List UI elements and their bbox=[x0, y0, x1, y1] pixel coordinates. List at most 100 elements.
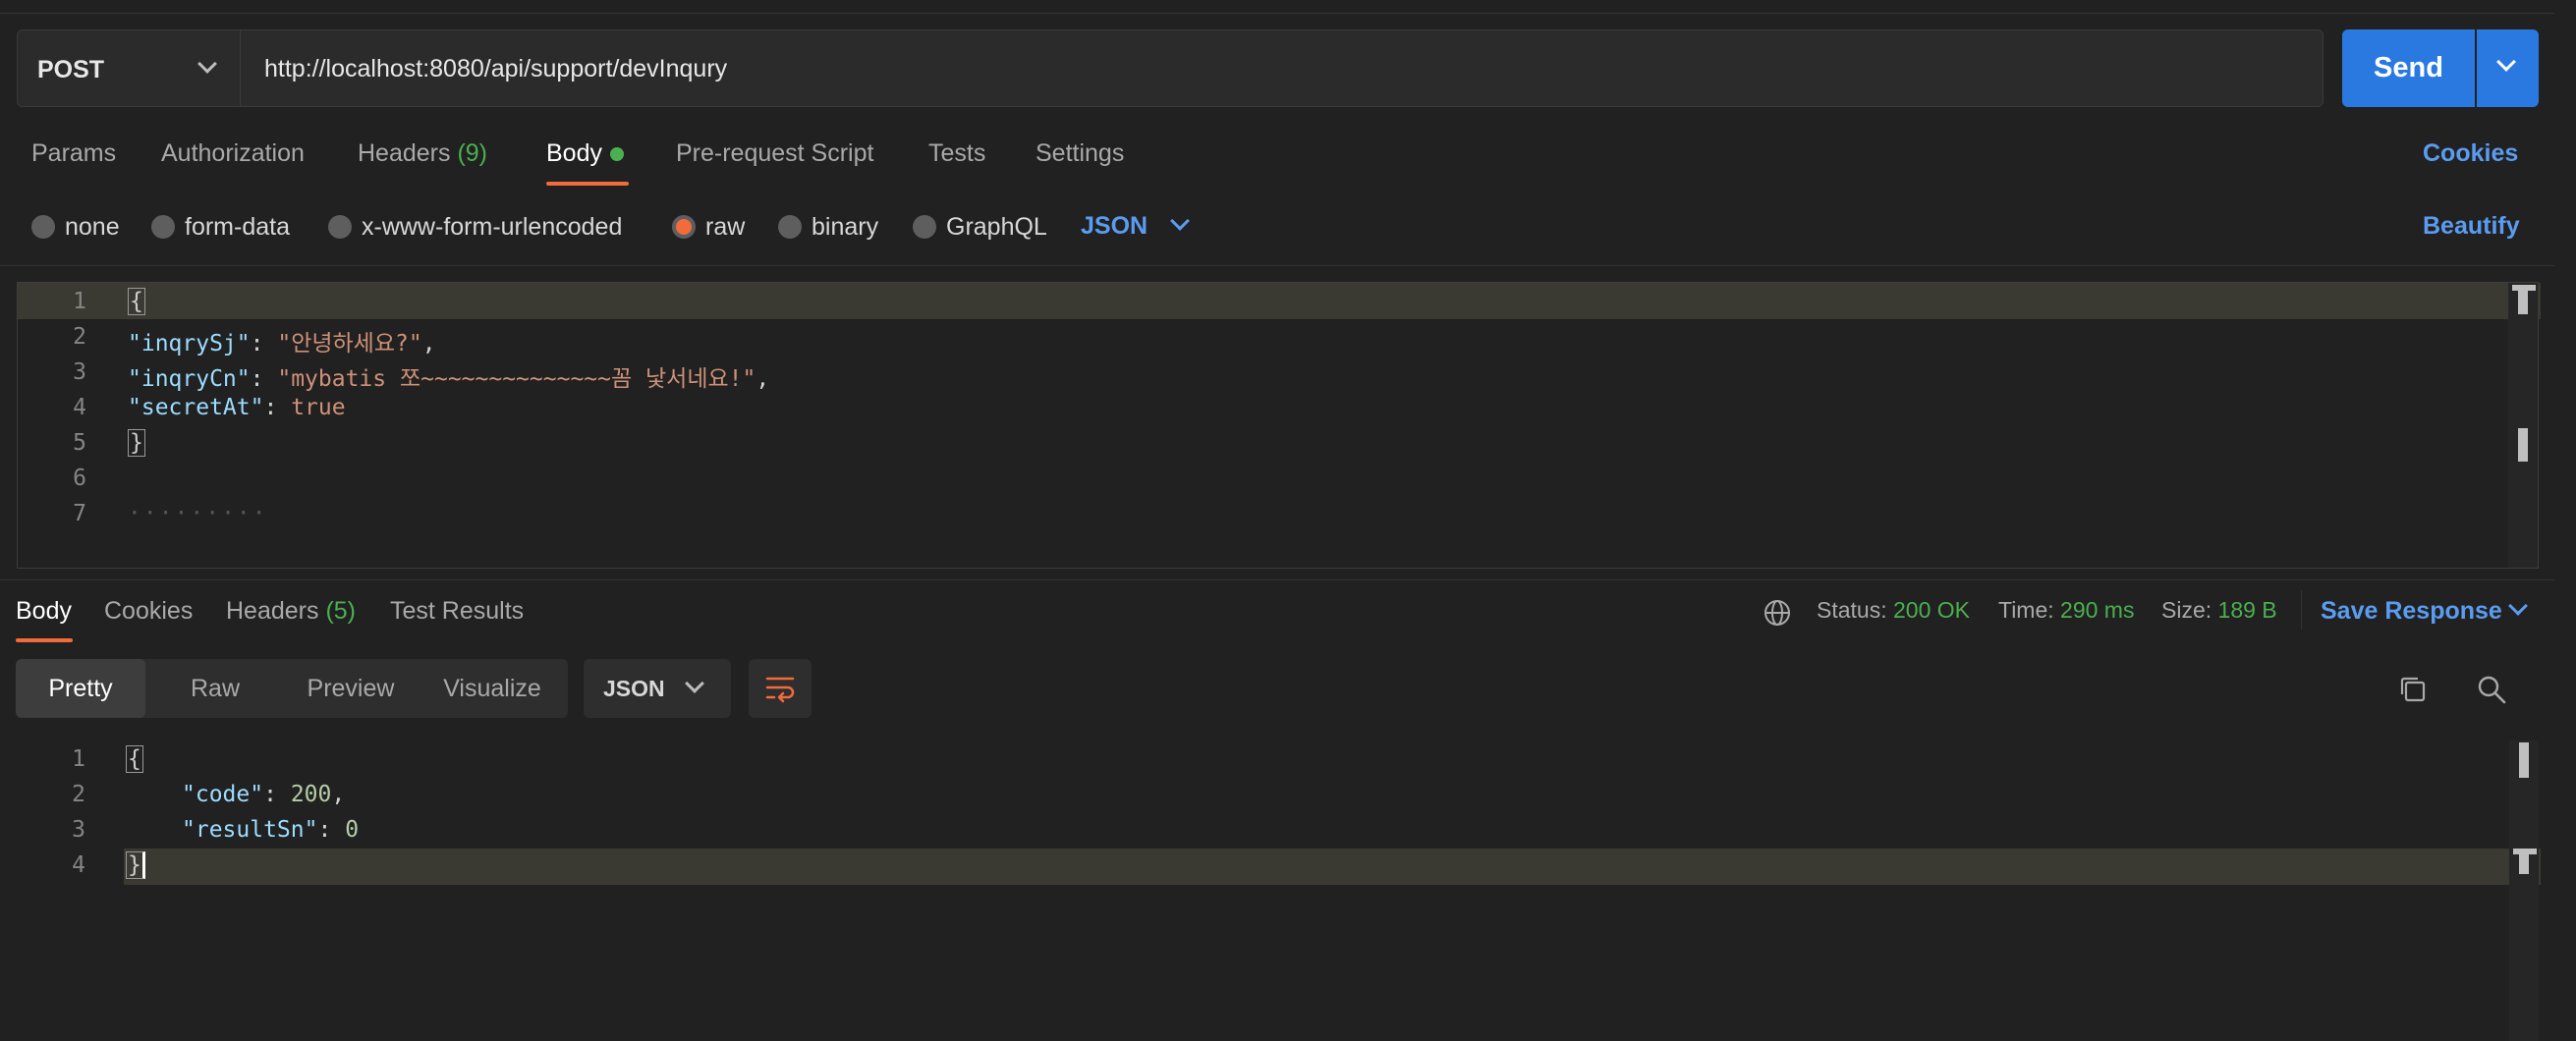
method-label: POST bbox=[37, 56, 105, 83]
brace: } bbox=[126, 851, 145, 879]
size-label: Size: bbox=[2161, 597, 2212, 623]
current-line-highlight bbox=[18, 283, 2541, 319]
radio-graphql[interactable]: GraphQL bbox=[913, 212, 1047, 242]
body-format-select[interactable]: JSON bbox=[1081, 212, 1148, 241]
send-options-button[interactable] bbox=[2477, 29, 2539, 107]
beautify-link[interactable]: Beautify bbox=[2423, 212, 2520, 241]
scrollbar-thumb[interactable] bbox=[2519, 742, 2529, 778]
wrap-lines-button[interactable] bbox=[749, 659, 812, 718]
tab-params[interactable]: Params bbox=[31, 139, 116, 168]
whitespace-marker: ········· bbox=[128, 501, 268, 526]
tab-authorization[interactable]: Authorization bbox=[161, 139, 305, 168]
search-icon[interactable] bbox=[2476, 674, 2507, 705]
request-body-editor[interactable]: 1 2 3 4 5 6 7 { "inqrySj": "안녕하세요?", "in… bbox=[17, 282, 2541, 569]
copy-icon[interactable] bbox=[2397, 674, 2429, 705]
radio-circle-icon bbox=[31, 215, 55, 239]
response-headers-count: (5) bbox=[325, 597, 357, 625]
current-line-highlight bbox=[124, 849, 2541, 885]
response-tab-headers[interactable]: Headers (5) bbox=[226, 597, 356, 626]
code-line: } bbox=[128, 429, 145, 457]
code-line: } bbox=[126, 851, 145, 879]
radio-binary[interactable]: binary bbox=[778, 212, 878, 242]
tab-settings[interactable]: Settings bbox=[1036, 139, 1124, 168]
url-text: http://localhost:8080/api/support/devInq… bbox=[264, 55, 728, 82]
view-mode-switch: Pretty Raw Preview Visualize bbox=[16, 659, 568, 718]
tab-tests[interactable]: Tests bbox=[928, 139, 985, 168]
radio-graphql-label: GraphQL bbox=[946, 212, 1047, 241]
url-input[interactable]: http://localhost:8080/api/support/devInq… bbox=[241, 29, 2324, 107]
brace: { bbox=[126, 745, 143, 773]
response-tab-test-results[interactable]: Test Results bbox=[390, 597, 524, 626]
method-select[interactable]: POST bbox=[17, 29, 241, 107]
json-key: "inqrySj" bbox=[128, 331, 251, 356]
radio-raw-label: raw bbox=[705, 212, 746, 241]
body-format-label: JSON bbox=[1081, 212, 1148, 240]
view-raw[interactable]: Raw bbox=[145, 659, 285, 718]
line-number: 4 bbox=[73, 395, 86, 420]
radio-binary-label: binary bbox=[812, 212, 879, 241]
radio-none-label: none bbox=[65, 212, 120, 241]
chevron-down-icon bbox=[2496, 52, 2516, 72]
brace: } bbox=[128, 429, 145, 457]
json-value: "안녕하세요?" bbox=[277, 331, 422, 356]
radio-raw[interactable]: raw bbox=[672, 212, 745, 242]
status-label: Status: bbox=[1817, 597, 1887, 623]
code-line: "code": 200, bbox=[182, 782, 345, 807]
code-line: "inqrySj": "안녕하세요?", bbox=[128, 324, 436, 357]
code-line: "resultSn": 0 bbox=[182, 817, 359, 843]
editor-scrollbar[interactable] bbox=[2508, 283, 2538, 568]
line-number: 3 bbox=[73, 359, 86, 385]
json-value: true bbox=[291, 395, 346, 420]
response-time: Time: 290 ms bbox=[1998, 597, 2134, 624]
save-response-button[interactable]: Save Response bbox=[2321, 597, 2502, 626]
tab-headers[interactable]: Headers (9) bbox=[358, 139, 487, 168]
json-value: "mybatis 쪼~~~~~~~~~~~~~~꼼 낯서네요!" bbox=[277, 366, 756, 392]
json-key: "resultSn" bbox=[182, 817, 318, 843]
response-size: Size: 189 B bbox=[2161, 597, 2277, 624]
punct: , bbox=[756, 366, 770, 392]
line-number: 1 bbox=[72, 746, 85, 772]
response-format-label: JSON bbox=[603, 676, 665, 701]
scrollbar-thumb[interactable] bbox=[2518, 289, 2528, 314]
punct: : bbox=[250, 366, 264, 392]
section-divider bbox=[0, 265, 2554, 266]
punct: , bbox=[331, 782, 346, 807]
globe-icon[interactable] bbox=[1763, 598, 1792, 628]
cookies-link[interactable]: Cookies bbox=[2423, 139, 2518, 168]
radio-none[interactable]: none bbox=[31, 212, 120, 242]
time-label: Time: bbox=[1998, 597, 2054, 623]
response-format-select[interactable]: JSON bbox=[584, 659, 731, 718]
send-button[interactable]: Send bbox=[2342, 29, 2475, 107]
active-tab-indicator bbox=[16, 638, 73, 642]
response-tab-body[interactable]: Body bbox=[16, 597, 72, 626]
radio-urlencoded-label: x-www-form-urlencoded bbox=[362, 212, 623, 241]
section-divider bbox=[0, 579, 2554, 580]
chevron-down-icon bbox=[1170, 211, 1190, 231]
line-number: 2 bbox=[72, 782, 85, 807]
view-pretty[interactable]: Pretty bbox=[16, 659, 145, 718]
radio-form-data[interactable]: form-data bbox=[151, 212, 290, 242]
line-number: 1 bbox=[73, 289, 86, 314]
response-body-viewer[interactable]: 1 2 3 4 { "code": 200, "resultSn": 0 } bbox=[0, 740, 2554, 1041]
tab-headers-label: Headers bbox=[358, 139, 451, 167]
time-value: 290 ms bbox=[2060, 597, 2135, 623]
line-number: 4 bbox=[72, 852, 85, 878]
json-key: "inqryCn" bbox=[128, 366, 251, 392]
code-line: { bbox=[128, 288, 145, 315]
code-line: "inqryCn": "mybatis 쪼~~~~~~~~~~~~~~꼼 낯서네… bbox=[128, 359, 769, 393]
response-scrollbar[interactable] bbox=[2509, 740, 2539, 1041]
radio-urlencoded[interactable]: x-www-form-urlencoded bbox=[328, 212, 622, 242]
meta-divider bbox=[2301, 590, 2302, 630]
view-visualize[interactable]: Visualize bbox=[417, 659, 568, 718]
view-preview[interactable]: Preview bbox=[285, 659, 417, 718]
line-number: 6 bbox=[73, 466, 86, 491]
tab-body[interactable]: Body bbox=[546, 139, 624, 168]
radio-circle-icon bbox=[151, 215, 175, 239]
response-status: Status: 200 OK bbox=[1817, 597, 1970, 624]
code-line: "secretAt": true bbox=[128, 395, 346, 420]
radio-selected-icon bbox=[672, 215, 696, 239]
radio-form-data-label: form-data bbox=[185, 212, 290, 241]
tab-pre-request-script[interactable]: Pre-request Script bbox=[676, 139, 873, 168]
scrollbar-marker bbox=[2519, 852, 2529, 874]
response-tab-cookies[interactable]: Cookies bbox=[104, 597, 193, 626]
